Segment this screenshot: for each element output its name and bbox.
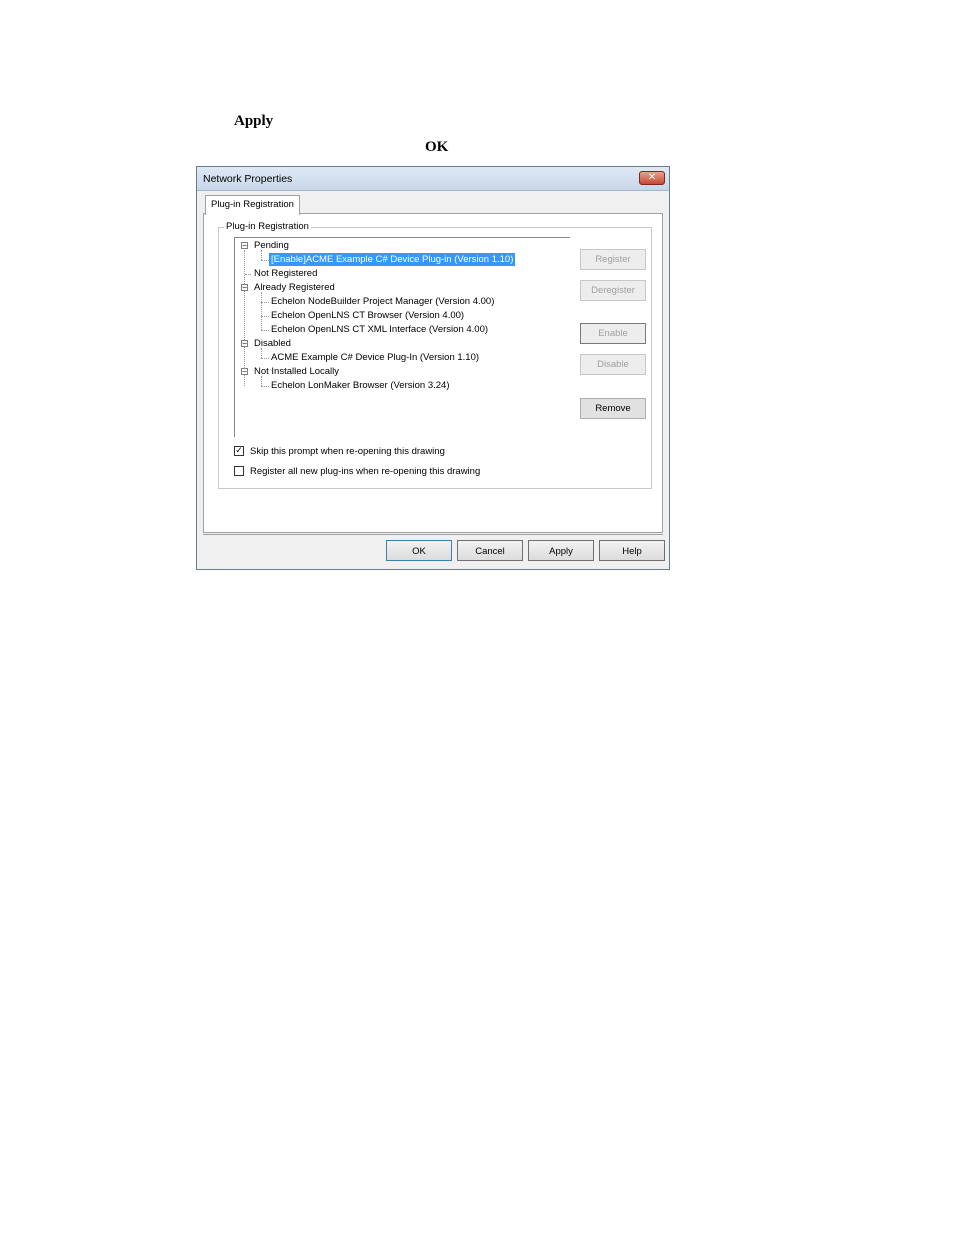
tree-connector <box>244 250 245 386</box>
group-label: Plug-in Registration <box>224 221 311 232</box>
apply-button[interactable]: Apply <box>528 540 594 561</box>
tree-connector <box>261 330 269 331</box>
register-all-checkbox[interactable] <box>234 466 244 476</box>
tree-node-not-registered[interactable]: Not Registered <box>254 267 317 280</box>
footer-divider <box>203 534 663 535</box>
remove-button[interactable]: Remove <box>580 398 646 419</box>
tree-item-lonmaker[interactable]: Echelon LonMaker Browser (Version 3.24) <box>271 379 449 392</box>
enable-button[interactable]: Enable <box>580 323 646 344</box>
tree-connector <box>261 260 269 261</box>
ok-button[interactable]: OK <box>386 540 452 561</box>
tree-item-disabled-acme[interactable]: ACME Example C# Device Plug-In (Version … <box>271 351 479 364</box>
tree-connector <box>261 292 262 330</box>
tree-item-pending-acme[interactable]: [Enable]ACME Example C# Device Plug-in (… <box>269 253 516 266</box>
collapse-icon[interactable]: − <box>241 284 248 292</box>
title-bar[interactable]: Network Properties ✕ <box>197 167 669 191</box>
dialog-title: Network Properties <box>203 173 293 185</box>
plug-in-registration-group: Plug-in Registration − Pending [Enable]A… <box>218 221 652 489</box>
close-icon[interactable]: ✕ <box>639 171 665 185</box>
help-button[interactable]: Help <box>599 540 665 561</box>
tree-item-nodebuilder[interactable]: Echelon NodeBuilder Project Manager (Ver… <box>271 295 494 308</box>
tab-panel: Plug-in Registration − Pending [Enable]A… <box>203 213 663 533</box>
tree-connector <box>261 358 269 359</box>
plug-in-tree[interactable]: − Pending [Enable]ACME Example C# Device… <box>234 237 570 437</box>
disable-button[interactable]: Disable <box>580 354 646 375</box>
tree-node-disabled[interactable]: Disabled <box>254 337 291 350</box>
cancel-button[interactable]: Cancel <box>457 540 523 561</box>
tree-node-pending[interactable]: Pending <box>254 239 289 252</box>
register-button[interactable]: Register <box>580 249 646 270</box>
tree-item-ct-xml[interactable]: Echelon OpenLNS CT XML Interface (Versio… <box>271 323 488 336</box>
tree-connector <box>261 316 269 317</box>
tree-item-ct-browser[interactable]: Echelon OpenLNS CT Browser (Version 4.00… <box>271 309 464 322</box>
tree-connector <box>261 302 269 303</box>
instruction-word-ok: OK <box>425 139 449 155</box>
tree-connector <box>245 274 251 275</box>
tree-node-not-installed[interactable]: Not Installed Locally <box>254 365 339 378</box>
skip-prompt-checkbox[interactable]: ✓ <box>234 446 244 456</box>
register-all-label: Register all new plug-ins when re-openin… <box>250 466 481 477</box>
skip-prompt-label: Skip this prompt when re-opening this dr… <box>250 446 445 457</box>
network-properties-dialog: Network Properties ✕ Plug-in Registratio… <box>196 166 670 570</box>
collapse-icon[interactable]: − <box>241 368 248 376</box>
deregister-button[interactable]: Deregister <box>580 280 646 301</box>
tab-plug-in-registration[interactable]: Plug-in Registration <box>205 195 300 215</box>
instruction-word-apply: Apply <box>234 113 274 129</box>
collapse-icon[interactable]: − <box>241 340 248 348</box>
collapse-icon[interactable]: − <box>241 242 248 250</box>
tree-node-already-registered[interactable]: Already Registered <box>254 281 335 294</box>
tree-connector <box>261 386 269 387</box>
